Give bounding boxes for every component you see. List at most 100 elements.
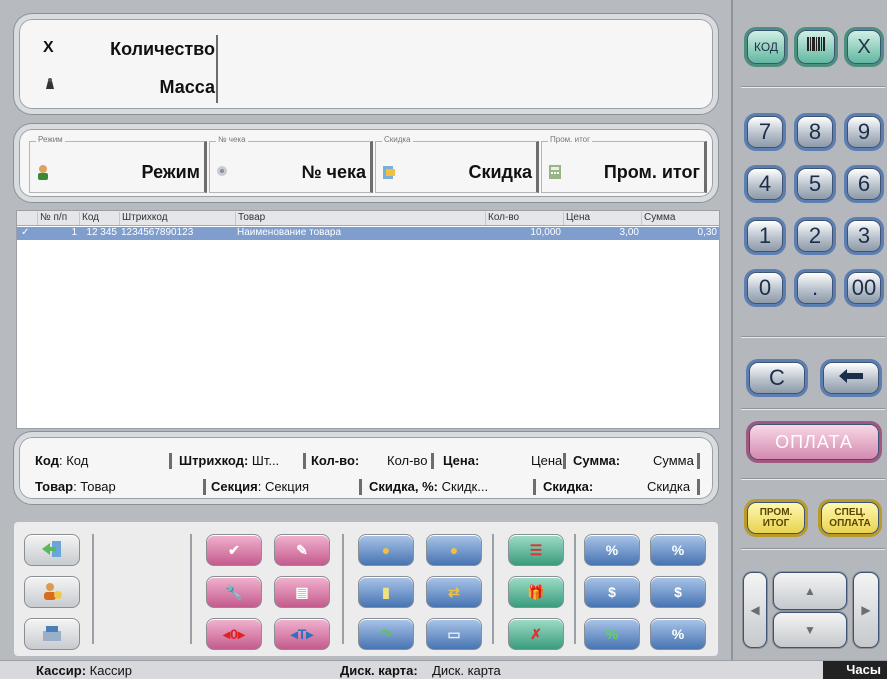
- column-header[interactable]: Цена: [563, 212, 641, 225]
- key-2[interactable]: 2: [797, 220, 833, 252]
- note-button[interactable]: ▮: [358, 576, 414, 608]
- detail-barcode-value: Шт...: [251, 453, 280, 468]
- table-header: № п/п Код Штрихкод Товар Кол-во Цена Сум…: [17, 211, 719, 226]
- column-header[interactable]: Код: [79, 212, 119, 225]
- subtotal-legend: Пром. итог: [548, 135, 593, 144]
- refresh-button[interactable]: ↷: [358, 618, 414, 650]
- zero-button[interactable]: ◂0▸: [206, 618, 262, 650]
- weight-icon: [43, 77, 57, 96]
- terminal-button[interactable]: [24, 618, 80, 650]
- user-button[interactable]: [24, 576, 80, 608]
- coins-remove-button[interactable]: ●: [358, 534, 414, 566]
- clear-button[interactable]: C: [749, 362, 805, 394]
- printer-icon: ▭: [447, 625, 461, 642]
- subtotal-line-1: ПРОМ.: [759, 507, 793, 518]
- row-code: 12 345: [86, 227, 117, 238]
- detail-qty: Кол-во:: [311, 453, 359, 468]
- detail-discount-pct: Скидка, %: Скидк...: [369, 479, 488, 494]
- percent-button[interactable]: %: [584, 618, 640, 650]
- detail-separator: [533, 479, 536, 495]
- money-remove-button[interactable]: $: [584, 576, 640, 608]
- key-0[interactable]: 0: [747, 272, 783, 304]
- print-button[interactable]: ▭: [426, 618, 482, 650]
- gift-icon: 🎁: [527, 583, 545, 600]
- cancel-check-button[interactable]: ✗: [508, 618, 564, 650]
- left-arrow-button[interactable]: ◀: [743, 572, 767, 648]
- item-details-panel: Код: Код Штрихкод: Шт... Кол-во: Кол-во …: [14, 432, 718, 504]
- key-4[interactable]: 4: [747, 168, 783, 200]
- cashier-value: Кассир: [89, 663, 132, 678]
- clock: Часы: [823, 661, 887, 679]
- keypad-divider: [741, 548, 885, 550]
- coins-add-button[interactable]: ●: [426, 534, 482, 566]
- document-button[interactable]: ✎: [274, 534, 330, 566]
- backspace-button[interactable]: [823, 362, 879, 394]
- right-arrow-button[interactable]: ▶: [853, 572, 879, 648]
- papers-icon: ✎: [296, 541, 308, 558]
- discount-add-button[interactable]: %: [650, 534, 706, 566]
- settings-button[interactable]: 🔧: [206, 576, 262, 608]
- column-header[interactable]: Товар: [235, 212, 485, 225]
- report-button[interactable]: ▤: [274, 576, 330, 608]
- gift-button[interactable]: 🎁: [508, 576, 564, 608]
- card-value: Диск. карта: [432, 663, 501, 678]
- discount-remove-button[interactable]: %: [584, 534, 640, 566]
- row-product: Наименование товара: [237, 227, 342, 238]
- toolbar-separator: [492, 534, 494, 644]
- exit-button[interactable]: [24, 534, 80, 566]
- quantity-input-panel[interactable]: X Количество Масса: [14, 14, 718, 114]
- detail-section: Секция: Секция: [211, 479, 309, 494]
- subtotal-button[interactable]: ПРОМ. ИТОГ: [747, 502, 805, 534]
- column-header[interactable]: Кол-во: [485, 212, 563, 225]
- t-arrows-icon: ◂T▸: [290, 625, 314, 642]
- items-table[interactable]: № п/п Код Штрихкод Товар Кол-во Цена Сум…: [16, 210, 720, 429]
- detail-section-label: Секция: [211, 479, 258, 494]
- transfer-button[interactable]: ⇄: [426, 576, 482, 608]
- subtotal-value: Пром. итог: [603, 162, 700, 182]
- detail-separator: [697, 479, 700, 495]
- payment-button[interactable]: ОПЛАТА: [749, 424, 879, 460]
- key-double-zero[interactable]: 00: [847, 272, 881, 304]
- column-header[interactable]: Сумма: [641, 212, 719, 225]
- check-icon: [216, 164, 230, 180]
- right-arrow-icon: ▶: [861, 603, 871, 617]
- receipt-info-panel: Режим Режим № чека № чека Скидка Скидка: [14, 124, 718, 202]
- row-selected-check-icon: ✓: [21, 227, 30, 238]
- code-button[interactable]: КОД: [747, 30, 785, 64]
- key-3[interactable]: 3: [847, 220, 881, 252]
- list-button[interactable]: ☰: [508, 534, 564, 566]
- key-decimal[interactable]: .: [797, 272, 833, 304]
- column-header[interactable]: № п/п: [37, 212, 79, 225]
- key-7[interactable]: 7: [747, 116, 783, 148]
- key-5[interactable]: 5: [797, 168, 833, 200]
- quantity-label: Количество: [110, 39, 215, 59]
- key-6[interactable]: 6: [847, 168, 881, 200]
- main-area: X Количество Масса Режим Режим № чека № …: [0, 0, 731, 660]
- close-button[interactable]: X: [847, 30, 881, 64]
- up-arrow-icon: ▲: [804, 584, 816, 598]
- subtotal-line-2: ИТОГ: [762, 518, 790, 529]
- up-arrow-button[interactable]: ▲: [773, 572, 847, 610]
- toolbar-separator: [574, 534, 576, 644]
- check-number-field: № чека № чека: [209, 135, 373, 193]
- barcode-button[interactable]: [797, 30, 835, 64]
- key-1[interactable]: 1: [747, 220, 783, 252]
- total-button[interactable]: ◂T▸: [274, 618, 330, 650]
- down-arrow-button[interactable]: ▼: [773, 612, 847, 648]
- detail-discount-label: Скидка:: [543, 479, 593, 494]
- approve-button[interactable]: ✔: [206, 534, 262, 566]
- detail-barcode-label: Штрихкод:: [179, 453, 249, 468]
- column-header[interactable]: Штрихкод: [119, 212, 235, 225]
- pos-window: X Количество Масса Режим Режим № чека № …: [0, 0, 887, 679]
- key-9[interactable]: 9: [847, 116, 881, 148]
- key-8[interactable]: 8: [797, 116, 833, 148]
- back-arrow-icon: [837, 365, 865, 391]
- detail-barcode: Штрихкод: Шт...: [179, 453, 279, 468]
- percent-cancel-button[interactable]: %: [650, 618, 706, 650]
- money-add-button[interactable]: $: [650, 576, 706, 608]
- card-status: Диск. карта: Диск. карта: [340, 663, 501, 678]
- table-row[interactable]: ✓ 1 12 345 1234567890123 Наименование то…: [17, 227, 719, 240]
- cash-register-icon: [40, 623, 64, 646]
- special-payment-button[interactable]: СПЕЦ. ОПЛАТА: [821, 502, 879, 534]
- mode-legend: Режим: [36, 135, 65, 144]
